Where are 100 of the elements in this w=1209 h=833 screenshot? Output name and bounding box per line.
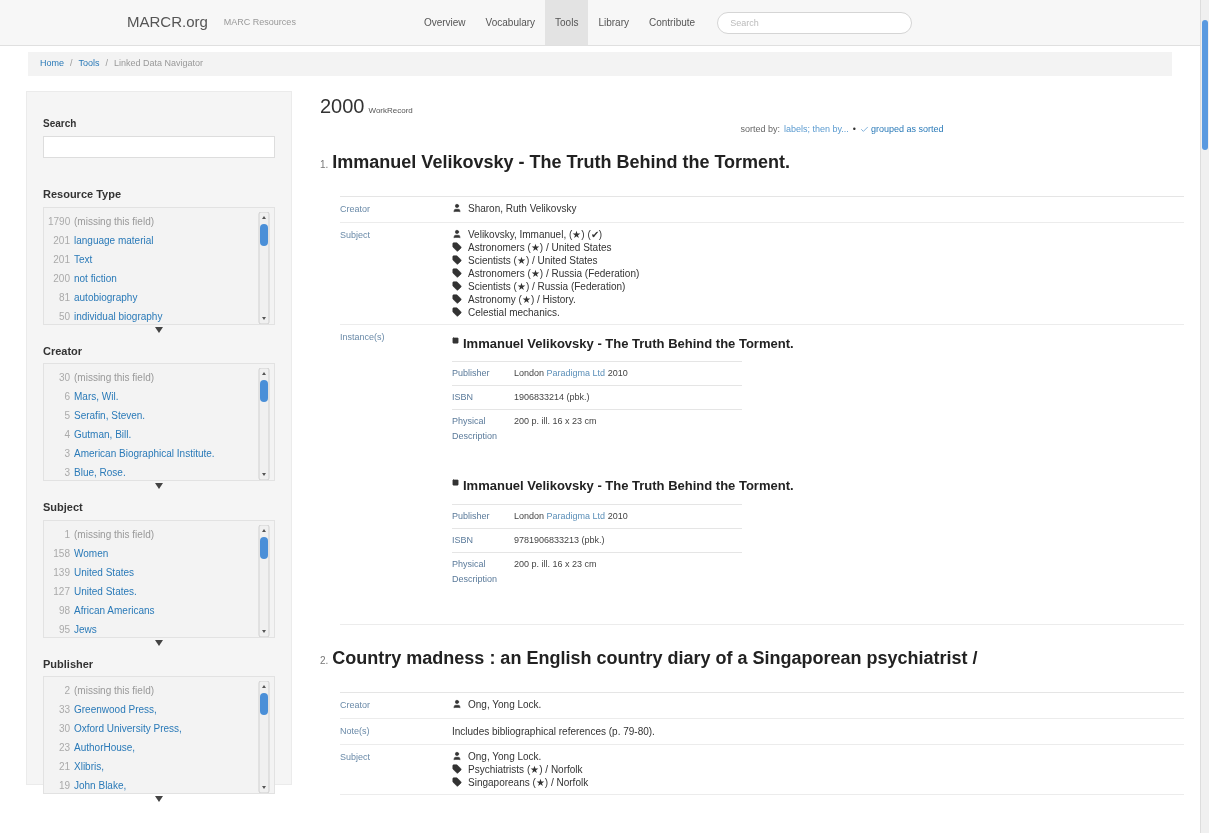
facet-item[interactable]: 2 (missing this field) (48, 681, 258, 700)
grouped-toggle[interactable]: grouped as sorted (860, 123, 944, 137)
breadcrumb-link[interactable]: Home (40, 57, 64, 71)
publisher-link[interactable]: Paradigma Ltd (546, 368, 606, 378)
record-title[interactable]: Immanuel Velikovsky - The Truth Behind the Torment. (332, 148, 791, 176)
facet-item[interactable]: 81 autobiography (48, 287, 258, 307)
facet-title: Subject (43, 500, 84, 515)
isbn-value: 1906833214 (pbk.) (514, 392, 590, 402)
facet-item[interactable]: 201 language material (48, 230, 258, 250)
subject-entry[interactable]: Ong, Yong Lock. (468, 697, 542, 711)
person-icon (452, 203, 462, 213)
facet-item[interactable]: 1 (missing this field) (48, 524, 258, 544)
sidebar-search-field[interactable] (43, 136, 275, 158)
search-field[interactable]: Search (717, 11, 913, 34)
subject-entry[interactable]: Psychiatrists (★) / Norfolk (468, 762, 583, 776)
facet-item[interactable]: 3 Blue, Rose. (48, 463, 258, 480)
page-scrollbar[interactable] (1200, 0, 1209, 833)
result-type: WorkRecord (368, 105, 413, 117)
instance-title[interactable]: Immanuel Velikovsky - The Truth Behind the Torment. (463, 333, 794, 353)
instance-field-label: Physical Description (452, 557, 499, 586)
facet-item[interactable]: 6 Mars, Wil. (48, 387, 258, 406)
search-label: Search (43, 117, 78, 131)
sort-link[interactable]: labels; then by... (783, 123, 849, 137)
facet-title: Resource Type (43, 187, 123, 202)
facet-item[interactable]: 139 United States (48, 562, 258, 582)
subject-entry[interactable]: Ong, Yong Lock. (468, 749, 542, 763)
nav-tab[interactable]: Contribute (639, 0, 706, 45)
facet-item[interactable]: 200 not fiction (48, 268, 258, 288)
instance-field-label: Publisher (452, 509, 491, 523)
facet-item[interactable]: 23 AuthorHouse, (48, 738, 258, 757)
caret-icon[interactable] (155, 796, 163, 802)
record-title[interactable]: Country madness : an English country diary of a Singaporean psychiatrist / (332, 644, 978, 672)
facet-item[interactable]: 201 Text (48, 249, 258, 269)
field-label: Creator (340, 202, 371, 216)
nav-tab[interactable]: Tools (545, 0, 589, 45)
scrollbar-drawing[interactable] (258, 368, 270, 480)
caret-icon[interactable] (155, 483, 163, 489)
facet-item[interactable]: 30 (missing this field) (48, 368, 258, 387)
record-number: 1. (320, 157, 329, 172)
field-label: Creator (340, 698, 371, 712)
facet-item[interactable]: 95 Jews (48, 619, 258, 637)
publisher-value: London Paradigma Ltd 2010 (514, 510, 628, 521)
breadcrumb-separator: / (70, 57, 73, 71)
publisher-link[interactable]: Paradigma Ltd (546, 510, 606, 521)
breadcrumb-link[interactable]: Tools (78, 57, 100, 71)
tag-icon (452, 242, 462, 252)
nav-tab[interactable]: Library (588, 0, 639, 45)
tag-icon (452, 255, 462, 265)
brand-link[interactable]: MARCR.org (127, 11, 208, 34)
field-label: Subject (340, 228, 372, 242)
tag-icon (452, 294, 462, 304)
facet-item[interactable]: 4 Gutman, Bill. (48, 425, 258, 444)
tag-icon (452, 268, 462, 278)
subject-entry[interactable]: Scientists (★) / Russia (Federation) (468, 279, 626, 293)
facet-item[interactable]: 3 American Biographical Institute. (48, 444, 258, 463)
subject-entry[interactable]: Astronomers (★) / United States (468, 240, 612, 254)
subject-entry[interactable]: Astronomers (★) / Russia (Federation) (468, 266, 640, 280)
breadcrumb-separator: / (105, 57, 109, 71)
facet-item[interactable]: 98 African Americans (48, 600, 258, 620)
sort-label: sorted by: (740, 123, 780, 136)
isbn-value: 9781906833213 (pbk.) (514, 534, 605, 545)
field-label: Subject (340, 750, 372, 764)
tag-icon (452, 764, 462, 774)
person-icon (452, 229, 462, 239)
field-label: Instance(s) (340, 330, 386, 344)
facet-item[interactable]: 1790 (missing this field) (48, 211, 258, 231)
field-label: Note(s) (340, 724, 371, 738)
facet-item[interactable]: 158 Women (48, 543, 258, 563)
facet-item[interactable]: 50 individual biography (48, 306, 258, 324)
note-text: Includes bibliographical references (p. 79-80). (452, 724, 655, 739)
tag-icon (452, 307, 462, 317)
facet-item[interactable]: 127 United States. (48, 581, 258, 601)
physical-description-value: 200 p. ill. 16 x 23 cm (514, 558, 597, 569)
subject-entry[interactable]: Singaporeans (★) / Norfolk (468, 775, 589, 789)
separator-dot: • (852, 123, 856, 136)
facet-item[interactable]: 5 Serafin, Steven. (48, 406, 258, 425)
facet-item[interactable]: 33 Greenwood Press, (48, 700, 258, 719)
subject-entry[interactable]: Velikovsky, Immanuel, (★) (✔) (468, 227, 603, 241)
subject-entry[interactable]: Sharon, Ruth Velikovsky (468, 201, 577, 215)
instance-field-label: Publisher (452, 367, 491, 380)
subject-entry[interactable]: Scientists (★) / United States (468, 253, 598, 267)
instance-field-label: ISBN (452, 391, 474, 404)
physical-description-value: 200 p. ill. 16 x 23 cm (514, 416, 597, 426)
tag-icon (452, 777, 462, 787)
scrollbar-drawing[interactable] (258, 211, 270, 324)
instance-field-label: Physical Description (452, 415, 499, 443)
facet-item[interactable]: 30 Oxford University Press, (48, 719, 258, 738)
subject-entry[interactable]: Astronomy (★) / History. (468, 292, 576, 306)
breadcrumb-current: Linked Data Navigator (114, 57, 204, 71)
nav-tab[interactable]: Overview (413, 0, 476, 45)
nav-tab[interactable]: Vocabulary (475, 0, 546, 45)
tag-icon (452, 281, 462, 291)
result-count: 2000 (320, 94, 365, 119)
scrollbar-drawing[interactable] (258, 681, 270, 793)
facet-item[interactable]: 21 Xlibris, (48, 757, 258, 776)
scrollbar-drawing[interactable] (258, 524, 270, 637)
facet-item[interactable]: 19 John Blake, (48, 776, 258, 793)
instance-title[interactable]: Immanuel Velikovsky - The Truth Behind the Torment. (463, 476, 794, 496)
facet-title: Creator (43, 343, 84, 359)
subject-entry[interactable]: Celestial mechanics. (468, 305, 560, 319)
